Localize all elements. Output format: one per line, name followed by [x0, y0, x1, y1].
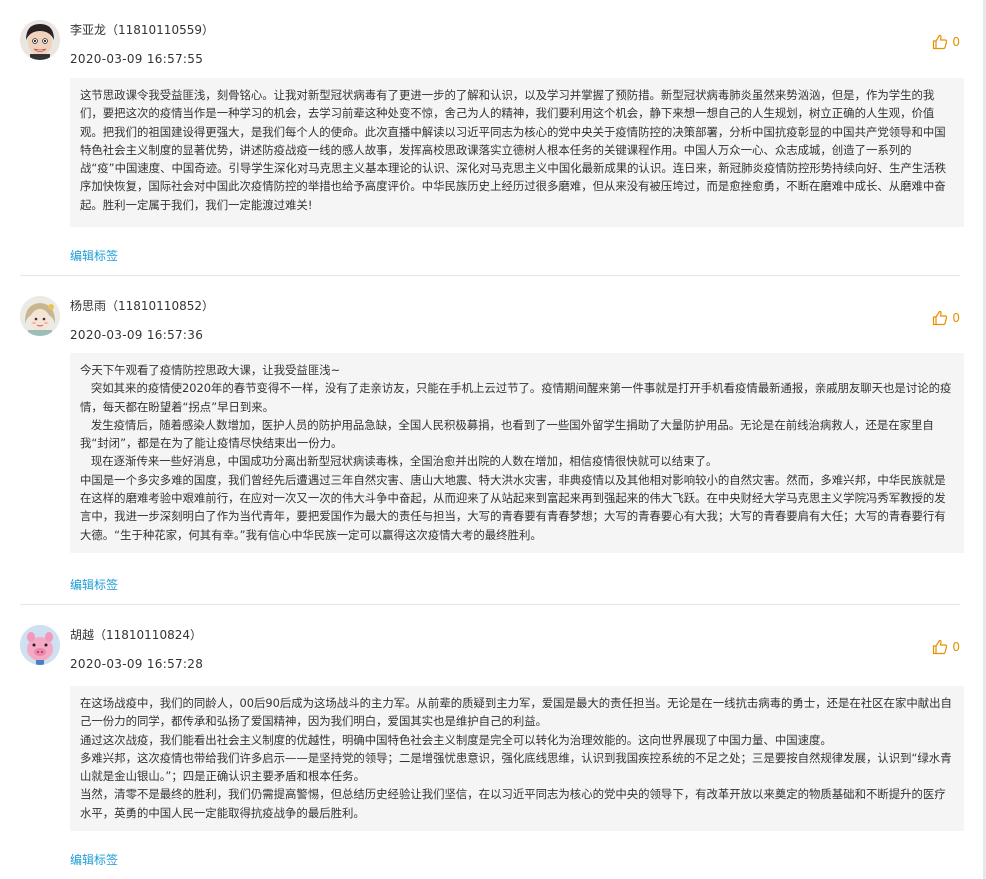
thumbs-up-icon[interactable] [932, 639, 948, 655]
comment-timestamp: 2020-03-09 16:57:36 [70, 328, 204, 342]
comment-paragraph: 在这场战疫中，我们的同龄人，00后90后成为这场战斗的主力军。从前辈的质疑到主力… [80, 696, 952, 729]
like-count: 0 [952, 640, 960, 654]
thumbs-up-icon[interactable] [932, 310, 948, 326]
comment-paragraph: 这节思政课令我受益匪浅，刻骨铭心。让我对新型冠状病毒有了更进一步的了解和认识，以… [80, 88, 947, 212]
comment-paragraph: 当然，清零不是最终的胜利，我们仍需提高警惕，但总结历史经验让我们坚信，在以习近平… [80, 787, 946, 820]
like-button[interactable]: 0 [932, 32, 960, 52]
comment-paragraph: 通过这次战疫，我们能看出社会主义制度的优越性，明确中国特色社会主义制度是完全可以… [80, 732, 832, 747]
edit-tag-link[interactable]: 编辑标签 [70, 850, 118, 870]
comment-body: 这节思政课令我受益匪浅，刻骨铭心。让我对新型冠状病毒有了更进一步的了解和认识，以… [70, 78, 964, 227]
comment-paragraph: 突如其来的疫情使2020年的春节变得不一样，没有了走亲访友，只能在手机上云过节了… [80, 381, 952, 414]
comment-body: 在这场战疫中，我们的同龄人，00后90后成为这场战斗的主力军。从前辈的质疑到主力… [70, 686, 964, 831]
comment-timestamp: 2020-03-09 16:57:28 [70, 657, 204, 671]
comment-paragraph: 发生疫情后，随着感染人数增加，医护人员的防护用品急缺，全国人民积极募捐，也看到了… [80, 417, 934, 451]
edit-tag-link[interactable]: 编辑标签 [70, 246, 118, 266]
comment-paragraph: 多难兴邦，这次疫情也带给我们许多启示——是坚持党的领导；二是增强忧患意识，强化底… [80, 750, 952, 784]
comment-paragraph: 中国是一个多灾多难的国度，我们曾经先后遭遇过三年自然灾害、唐山大地震、特大洪水灾… [80, 472, 946, 542]
comment-paragraph: 今天下午观看了疫情防控思政大课，让我受益匪浅~ [80, 363, 341, 377]
comment-item: 胡越（11810110824） 2020-03-09 16:57:28 0 在这… [20, 605, 964, 879]
like-count: 0 [952, 311, 960, 325]
edit-tag-link[interactable]: 编辑标签 [70, 575, 118, 595]
comment-item: 杨思雨（11810110852） 2020-03-09 16:57:36 0 今… [20, 276, 964, 604]
comment-timestamp: 2020-03-09 16:57:55 [70, 52, 204, 66]
comment-list: 李亚龙（11810110559） 2020-03-09 16:57:55 0 这… [0, 0, 986, 879]
comment-author: 李亚龙（11810110559） [70, 23, 214, 37]
thumbs-up-icon[interactable] [932, 34, 948, 50]
comment-author: 胡越（11810110824） [70, 628, 202, 642]
like-count: 0 [952, 35, 960, 49]
comment-paragraph: 现在逐渐传来一些好消息，中国成功分离出新型冠状病读毒株，全国治愈并出院的人数在增… [80, 454, 718, 469]
like-button[interactable]: 0 [932, 308, 960, 328]
comment-author: 杨思雨（11810110852） [70, 299, 214, 313]
girl-avatar-icon[interactable] [20, 296, 60, 336]
comment-body: 今天下午观看了疫情防控思政大课，让我受益匪浅~ 突如其来的疫情使2020年的春节… [70, 353, 964, 553]
pig-avatar-icon[interactable] [20, 625, 60, 665]
like-button[interactable]: 0 [932, 637, 960, 657]
boy-avatar-icon[interactable] [20, 20, 60, 60]
comment-item: 李亚龙（11810110559） 2020-03-09 16:57:55 0 这… [20, 0, 964, 275]
